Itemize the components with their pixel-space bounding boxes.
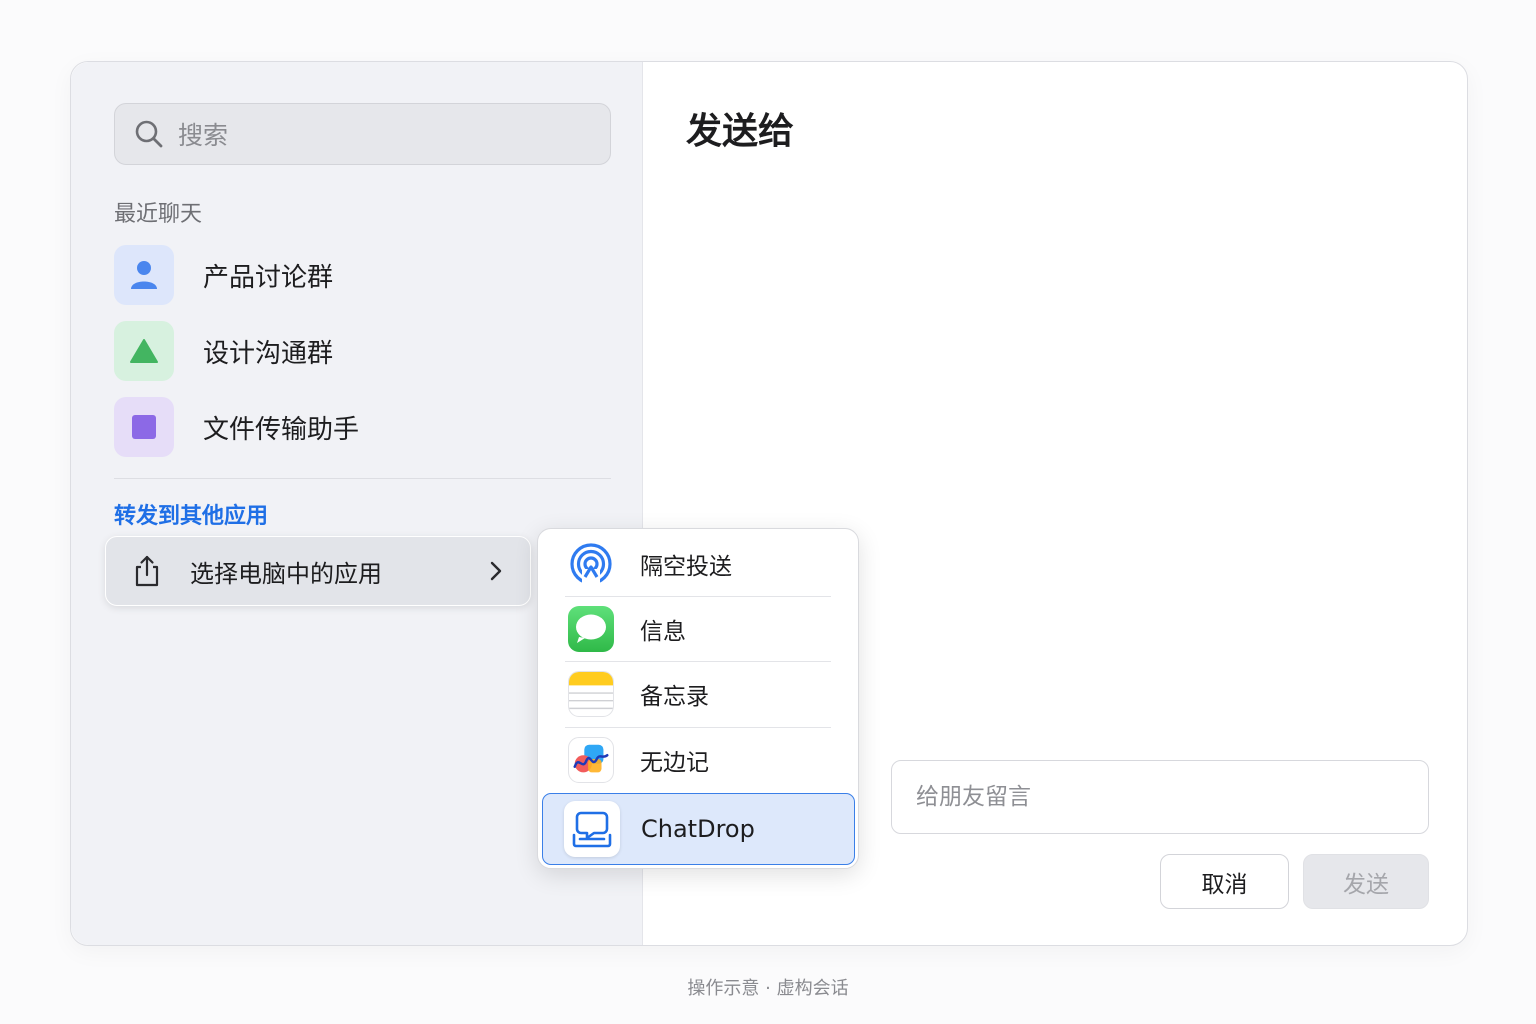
choose-app-label: 选择电脑中的应用: [190, 559, 382, 588]
share-icon: [135, 555, 159, 587]
triangle-icon: [130, 339, 158, 363]
menu-item-label: 信息: [640, 619, 686, 645]
chat-name: 文件传输助手: [203, 414, 360, 445]
avatar: [114, 321, 174, 381]
square-icon: [132, 415, 156, 439]
menu-item-freeform[interactable]: 无边记: [538, 728, 860, 792]
chat-item-design[interactable]: 设计沟通群: [114, 321, 594, 381]
menu-item-label: 隔空投送: [640, 554, 732, 580]
airdrop-icon: [568, 541, 614, 587]
chat-item-file-transfer[interactable]: 文件传输助手: [114, 397, 594, 457]
menu-item-label: 无边记: [640, 750, 709, 776]
send-button[interactable]: 发送: [1303, 854, 1429, 909]
chat-name: 设计沟通群: [203, 338, 334, 369]
person-icon: [131, 261, 157, 289]
menu-item-chatdrop[interactable]: ChatDrop: [542, 793, 855, 865]
page-title: 发送给: [686, 111, 795, 152]
menu-item-notes[interactable]: 备忘录: [538, 662, 860, 726]
messages-icon: [568, 606, 614, 652]
search-icon: [135, 120, 163, 148]
chevron-right-icon: [490, 561, 502, 581]
message-input[interactable]: [891, 760, 1429, 834]
menu-item-airdrop[interactable]: 隔空投送: [538, 532, 860, 596]
chat-name: 产品讨论群: [203, 262, 334, 293]
avatar: [114, 397, 174, 457]
notes-icon: [568, 671, 614, 717]
chat-item-product[interactable]: 产品讨论群: [114, 245, 594, 305]
menu-item-label: 备忘录: [640, 684, 709, 710]
menu-item-messages[interactable]: 信息: [538, 597, 860, 661]
choose-app-button[interactable]: 选择电脑中的应用: [105, 536, 531, 606]
app-menu: 隔空投送 信息 备忘录 无边记 ChatDrop: [537, 528, 859, 869]
cancel-button[interactable]: 取消: [1160, 854, 1289, 909]
footer-caption: 操作示意 · 虚构会话: [687, 978, 849, 999]
search-input[interactable]: 搜索: [114, 103, 611, 165]
avatar: [114, 245, 174, 305]
menu-item-label: ChatDrop: [641, 815, 755, 843]
recent-chats-heading: 最近聊天: [114, 202, 203, 227]
divider: [114, 478, 611, 479]
search-placeholder: 搜索: [178, 121, 229, 150]
forward-to-apps-heading: 转发到其他应用: [114, 504, 269, 529]
freeform-icon: [568, 737, 614, 783]
chatdrop-icon: [564, 801, 620, 857]
